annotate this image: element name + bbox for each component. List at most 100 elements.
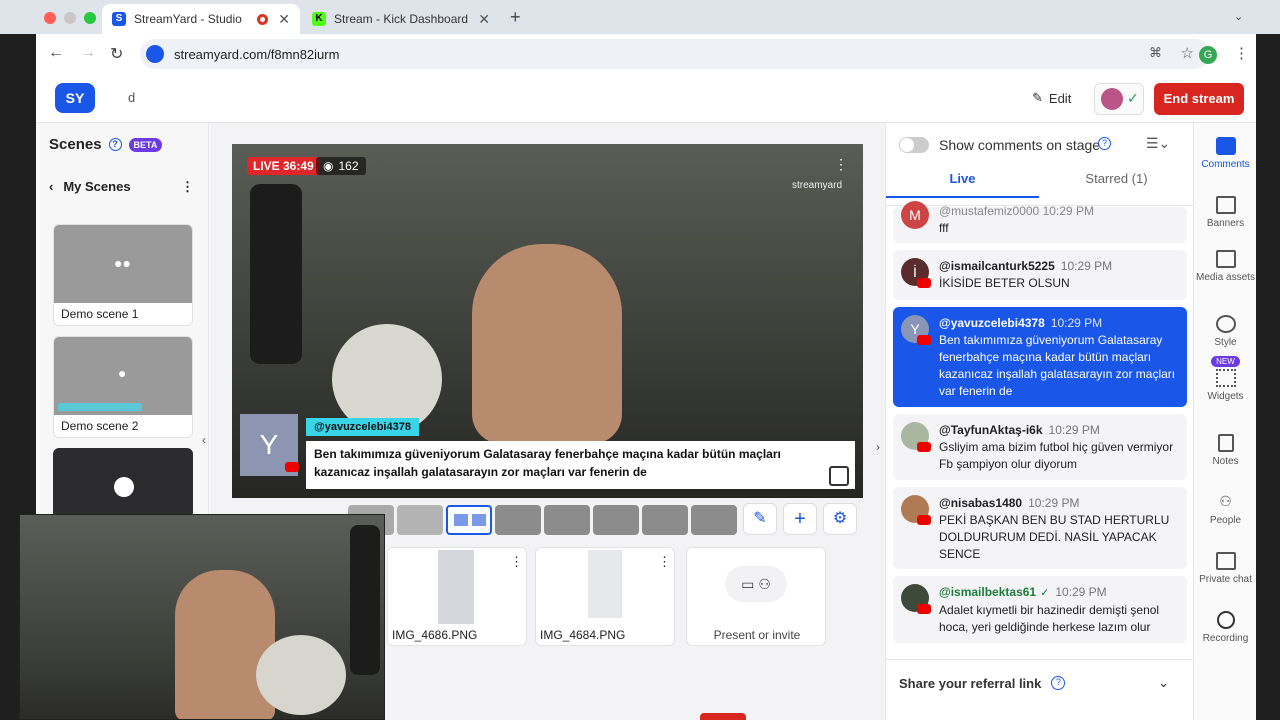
rail-item-people[interactable]: ⚇ People bbox=[1194, 493, 1257, 526]
toggle-knob bbox=[900, 138, 914, 152]
pencil-icon: ✎ bbox=[1032, 90, 1043, 105]
scene-card[interactable]: ● Demo scene 2 bbox=[53, 336, 193, 438]
comment-item[interactable]: @ismailbektas61 ✓ 10:29 PM Adalet kıymetli… bbox=[893, 576, 1187, 643]
edit-layout-button[interactable]: ✎ bbox=[743, 503, 777, 535]
layout-background-button[interactable] bbox=[691, 505, 737, 535]
tab-search-chevron-icon[interactable]: ⌄ bbox=[1234, 10, 1243, 23]
browser-tab-strip: S StreamYard - Studio ✕ K Stream - Kick … bbox=[0, 0, 1280, 34]
my-scenes-header[interactable]: ‹ My Scenes ⋮ bbox=[49, 179, 194, 195]
bookmark-star-icon[interactable]: ☆ bbox=[1181, 44, 1194, 62]
record-icon bbox=[1216, 611, 1235, 629]
leave-studio-button[interactable] bbox=[700, 713, 746, 720]
layout-group-button[interactable] bbox=[446, 505, 492, 535]
rail-item-banners[interactable]: Banners bbox=[1194, 196, 1257, 229]
rail-item-private-chat[interactable]: Private chat bbox=[1194, 552, 1257, 585]
camera-pip-overlay[interactable] bbox=[19, 514, 385, 720]
rail-item-widgets[interactable]: NEW Widgets bbox=[1194, 356, 1257, 402]
video-more-icon[interactable]: ⋮ bbox=[834, 156, 848, 173]
scene-card[interactable] bbox=[53, 448, 193, 518]
tab-starred[interactable]: Starred (1) bbox=[1039, 171, 1194, 186]
rail-item-media-assets[interactable]: Media assets bbox=[1194, 250, 1257, 283]
rail-item-style[interactable]: Style bbox=[1194, 315, 1257, 348]
comment-item[interactable]: @TayfunAktaş-i6k 10:29 PM Gsliyim ama biz… bbox=[893, 414, 1187, 480]
comment-text: PEKİ BAŞKAN BEN BU STAD HERTURLU DOLDURU… bbox=[939, 513, 1170, 561]
browser-tab-streamyard[interactable]: S StreamYard - Studio ✕ bbox=[102, 4, 300, 34]
layout-leader-button[interactable] bbox=[495, 505, 541, 535]
reload-icon[interactable]: ↻ bbox=[110, 44, 123, 64]
viewer-count: ◉ 162 bbox=[316, 157, 366, 175]
close-tab-icon[interactable]: ✕ bbox=[478, 11, 490, 28]
rail-item-comments[interactable]: Comments bbox=[1194, 137, 1257, 170]
layout-pip-button[interactable] bbox=[544, 505, 590, 535]
more-options-icon[interactable]: ⋮ bbox=[181, 179, 194, 195]
close-tab-icon[interactable]: ✕ bbox=[278, 11, 290, 28]
browser-menu-icon[interactable]: ⋮ bbox=[1234, 44, 1249, 62]
my-scenes-label: My Scenes bbox=[63, 179, 131, 194]
rail-label: Private chat bbox=[1199, 574, 1252, 585]
rail-item-recording[interactable]: Recording bbox=[1194, 611, 1257, 644]
help-icon[interactable]: ? bbox=[1051, 676, 1066, 690]
referral-section[interactable]: Share your referral link ? ⌄ bbox=[899, 675, 1183, 691]
comments-icon bbox=[1215, 137, 1236, 155]
media-thumbnail bbox=[588, 550, 622, 618]
comment-banner: Y @yavuzcelebi4378 Ben takımımıza güveni… bbox=[240, 414, 855, 490]
media-card[interactable]: ⋮ IMG_4684.PNG bbox=[535, 547, 675, 646]
youtube-icon bbox=[917, 442, 931, 452]
youtube-icon bbox=[917, 335, 931, 345]
comment-username: @yavuzcelebi4378 bbox=[939, 316, 1045, 330]
expand-panel-icon[interactable]: › bbox=[876, 440, 880, 454]
verified-check-icon: ✓ bbox=[1040, 587, 1050, 599]
add-layout-button[interactable]: + bbox=[783, 503, 817, 535]
close-window-button[interactable] bbox=[44, 12, 56, 24]
profile-avatar[interactable]: G bbox=[1199, 46, 1217, 64]
scene-avatar bbox=[114, 477, 134, 497]
present-or-invite-card[interactable]: ▭ ⚇ Present or invite bbox=[686, 547, 826, 646]
fullscreen-icon[interactable] bbox=[829, 466, 849, 486]
destination-selector[interactable]: ✓ bbox=[1094, 83, 1144, 115]
edit-button[interactable]: ✎ Edit bbox=[1032, 90, 1071, 106]
end-stream-button[interactable]: End stream bbox=[1154, 83, 1244, 115]
pip-presenter-figure bbox=[175, 570, 275, 719]
banners-icon bbox=[1215, 196, 1236, 214]
maximize-window-button[interactable] bbox=[84, 12, 96, 24]
help-icon[interactable]: ? bbox=[1098, 137, 1111, 150]
back-icon[interactable]: ← bbox=[48, 44, 64, 62]
collapse-sidebar-icon[interactable]: ‹ bbox=[202, 433, 206, 447]
scene-card[interactable]: ●● Demo scene 1 bbox=[53, 224, 193, 326]
comment-item-highlighted[interactable]: Y @yavuzcelebi4378 10:29 PM Ben takımımız… bbox=[893, 307, 1187, 407]
chevron-down-icon[interactable]: ⌄ bbox=[1158, 675, 1169, 691]
show-comments-toggle[interactable] bbox=[899, 137, 929, 153]
filter-settings-icon[interactable]: ☰⌄ bbox=[1146, 135, 1170, 152]
site-info-icon[interactable] bbox=[146, 45, 164, 63]
forward-icon[interactable]: → bbox=[80, 44, 96, 62]
scene-thumbnail: ● bbox=[54, 337, 192, 415]
media-more-icon[interactable]: ⋮ bbox=[510, 554, 523, 570]
layout-thin-button[interactable] bbox=[397, 505, 443, 535]
back-chevron-icon[interactable]: ‹ bbox=[49, 179, 53, 195]
comment-username: @ismailbektas61 bbox=[939, 585, 1037, 599]
present-invite-icon: ▭ ⚇ bbox=[725, 566, 787, 602]
widgets-icon bbox=[1215, 369, 1236, 387]
rail-label: Style bbox=[1214, 337, 1237, 348]
layout-cinema-button[interactable] bbox=[593, 505, 639, 535]
url-field[interactable]: streamyard.com/f8mn82iurm ⌘ ☆ bbox=[140, 39, 1210, 69]
translate-icon[interactable]: ⌘ bbox=[1149, 45, 1162, 61]
new-badge: NEW bbox=[1211, 356, 1240, 367]
comment-item[interactable]: İ @ismailcanturk5225 10:29 PM İKİSİDE BET… bbox=[893, 250, 1187, 300]
rail-item-notes[interactable]: Notes bbox=[1194, 434, 1257, 467]
settings-gear-icon[interactable]: ⚙ bbox=[823, 503, 857, 535]
media-thumbnail bbox=[438, 550, 474, 624]
layout-screen-button[interactable] bbox=[642, 505, 688, 535]
streamyard-logo[interactable]: SY bbox=[55, 83, 95, 113]
broadcast-title[interactable]: d bbox=[128, 90, 135, 105]
tab-live[interactable]: Live bbox=[886, 171, 1039, 198]
minimize-window-button[interactable] bbox=[64, 12, 76, 24]
media-card[interactable]: ⋮ IMG_4686.PNG bbox=[387, 547, 527, 646]
comment-item[interactable]: @nisabas1480 10:29 PM PEKİ BAŞKAN BEN BU … bbox=[893, 487, 1187, 569]
comment-item[interactable]: M @mustafemiz0000 10:29 PM fff bbox=[893, 201, 1187, 243]
new-tab-icon[interactable]: + bbox=[510, 7, 521, 28]
browser-tab-kick[interactable]: K Stream - Kick Dashboard ✕ bbox=[302, 4, 500, 34]
media-more-icon[interactable]: ⋮ bbox=[658, 554, 671, 570]
comment-text: fff bbox=[939, 221, 949, 235]
help-icon[interactable]: ? bbox=[108, 138, 122, 151]
